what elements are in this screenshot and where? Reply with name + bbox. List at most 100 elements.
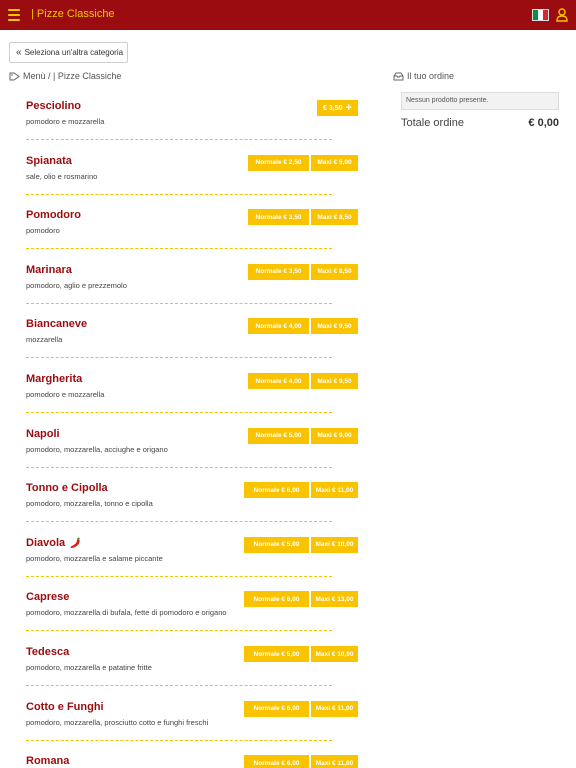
item-name: Diavola	[26, 537, 82, 549]
menu-item: Marinara pomodoro, aglio e prezzemolo Norm…	[26, 263, 358, 308]
add-to-order-button[interactable]: € 3,50 +	[317, 100, 358, 116]
add-normale-button[interactable]: Normale € 6,00	[244, 755, 309, 768]
breadcrumb: Menù / | Pizze Classiche	[9, 71, 121, 81]
price-buttons: Normale € 6,00 Maxi € 11,00	[244, 482, 358, 499]
add-normale-button[interactable]: Normale € 3,50	[248, 263, 309, 280]
select-category-button[interactable]: « Seleziona un'altra categoria	[9, 42, 128, 63]
menu-item: Margherita pomodoro e mozzarella Normale €…	[26, 373, 358, 417]
item-name-text: Cotto e Funghi	[26, 700, 104, 713]
menu-item: Tonno e Cipolla pomodoro, mozzarella, ton…	[26, 482, 358, 526]
item-name-text: Tedesca	[26, 646, 70, 658]
tag-icon	[9, 72, 20, 80]
item-divider	[26, 739, 332, 741]
item-divider	[26, 193, 332, 195]
add-maxi-button[interactable]: Maxi € 9,50	[311, 373, 358, 389]
select-category-label: Seleziona un'altra categoria	[24, 48, 124, 57]
add-maxi-button[interactable]: Maxi € 8,50	[311, 263, 358, 280]
italian-flag-icon[interactable]	[532, 9, 549, 21]
price-buttons: Normale € 3,50 Maxi € 8,50	[248, 209, 358, 226]
item-description: mozzarella	[26, 335, 63, 345]
add-maxi-button[interactable]: Maxi € 11,00	[311, 482, 358, 499]
menu-item: Caprese pomodoro, mozzarella di bufala, f…	[26, 591, 358, 635]
item-description: pomodoro, mozzarella, tonno e cipolla	[26, 499, 153, 509]
add-maxi-button[interactable]: Maxi € 11,00	[311, 700, 358, 717]
price-buttons: Normale € 6,00 Maxi € 11,00	[244, 755, 358, 768]
add-maxi-button[interactable]: Maxi € 8,50	[311, 209, 358, 226]
item-divider	[26, 412, 332, 413]
item-name-text: Margherita	[26, 373, 83, 385]
price-buttons: Normale € 2,50 Maxi € 5,00	[248, 154, 358, 171]
add-maxi-button[interactable]: Maxi € 9,50	[311, 318, 358, 335]
add-normale-button[interactable]: Normale € 5,00	[248, 427, 309, 444]
item-description: pomodoro e mozzarella	[26, 390, 105, 399]
user-icon[interactable]	[556, 8, 568, 22]
order-total-value: € 0,00	[528, 117, 559, 129]
order-heading-text: Il tuo ordine	[407, 71, 455, 81]
item-name: Napoli	[26, 428, 60, 440]
item-name: Tedesca	[26, 646, 69, 658]
menu-item: Romana Normale € 6,00 Maxi € 11,00	[26, 755, 358, 768]
add-maxi-button[interactable]: Maxi € 10,00	[311, 646, 358, 662]
item-description: pomodoro, mozzarella, prosciutto cotto e…	[26, 717, 209, 727]
add-maxi-button[interactable]: Maxi € 13,00	[311, 591, 358, 608]
add-maxi-button[interactable]: Maxi € 5,00	[311, 154, 358, 171]
item-name-text: Pesciolino	[26, 100, 82, 112]
item-description: sale, olio e rosmarino	[26, 171, 98, 181]
price-buttons: Normale € 4,00 Maxi € 9,50	[248, 373, 358, 389]
price-buttons: Normale € 5,00 Maxi € 10,00	[244, 646, 358, 662]
menu-item: Tedesca pomodoro, mozzarella e patatine f…	[26, 646, 358, 690]
item-name: Marinara	[26, 264, 72, 276]
add-normale-button[interactable]: Normale € 2,50	[248, 154, 309, 171]
item-description: pomodoro	[26, 226, 60, 236]
item-divider	[26, 521, 332, 523]
inbox-icon	[393, 72, 404, 80]
item-name: Pomodoro	[26, 209, 81, 221]
add-normale-button[interactable]: Normale € 6,00	[244, 482, 309, 499]
item-description: pomodoro, mozzarella e patatine fritte	[26, 663, 152, 672]
add-normale-button[interactable]: Normale € 6,00	[244, 700, 309, 717]
add-maxi-button[interactable]: Maxi € 9,00	[311, 427, 358, 444]
add-maxi-button[interactable]: Maxi € 10,00	[311, 536, 358, 553]
item-name: Margherita	[26, 373, 82, 385]
add-normale-button[interactable]: Normale € 4,00	[248, 373, 309, 389]
item-name-text: Napoli	[26, 427, 60, 440]
item-divider	[26, 575, 332, 577]
item-name-text: Romana	[26, 755, 70, 768]
add-normale-button[interactable]: Normale € 6,00	[244, 591, 309, 608]
item-name-text: Biancaneve	[26, 318, 88, 331]
item-divider	[26, 357, 332, 359]
item-description: pomodoro, aglio e prezzemolo	[26, 280, 127, 290]
item-name: Cotto e Funghi	[26, 701, 104, 713]
item-divider	[26, 302, 332, 304]
item-name-text: Pomodoro	[26, 209, 81, 222]
order-heading: Il tuo ordine	[393, 71, 454, 81]
menu-icon[interactable]	[8, 9, 20, 21]
item-name-text: Diavola	[26, 536, 66, 549]
add-normale-button[interactable]: Normale € 4,00	[248, 318, 309, 335]
item-divider	[26, 466, 332, 468]
add-normale-button[interactable]: Normale € 5,00	[244, 536, 309, 553]
item-name-text: Marinara	[26, 263, 72, 276]
price-buttons: Normale € 5,00 Maxi € 9,00	[248, 427, 358, 444]
menu-item: Spianata sale, olio e rosmarino Normale € …	[26, 154, 358, 199]
item-name: Tonno e Cipolla	[26, 482, 108, 494]
price-label: € 3,50	[323, 104, 343, 112]
item-divider	[26, 685, 332, 686]
item-name: Pesciolino	[26, 100, 81, 112]
add-normale-button[interactable]: Normale € 3,50	[248, 209, 309, 226]
menu-item: Biancaneve mozzarella Normale € 4,00 Maxi €…	[26, 318, 358, 362]
add-normale-button[interactable]: Normale € 5,00	[244, 646, 309, 662]
item-name: Spianata	[26, 155, 72, 167]
item-name: Romana	[26, 755, 69, 767]
menu-item: Napoli pomodoro, mozzarella, acciughe e o…	[26, 427, 358, 472]
add-maxi-button[interactable]: Maxi € 11,00	[311, 755, 358, 768]
item-description: pomodoro e mozzarella	[26, 117, 105, 126]
item-name-text: Tonno e Cipolla	[26, 482, 108, 495]
price-buttons: Normale € 6,00 Maxi € 13,00	[244, 591, 358, 608]
breadcrumb-text[interactable]: Menù / | Pizze Classiche	[23, 71, 121, 81]
item-name-text: Caprese	[26, 591, 70, 604]
menu-item: Pesciolino pomodoro e mozzarella € 3,50 +	[26, 100, 358, 144]
order-empty-message: Nessun prodotto presente.	[401, 92, 559, 110]
item-description: pomodoro, mozzarella di bufala, fette di…	[26, 608, 227, 618]
price-buttons: Normale € 3,50 Maxi € 8,50	[248, 263, 358, 280]
